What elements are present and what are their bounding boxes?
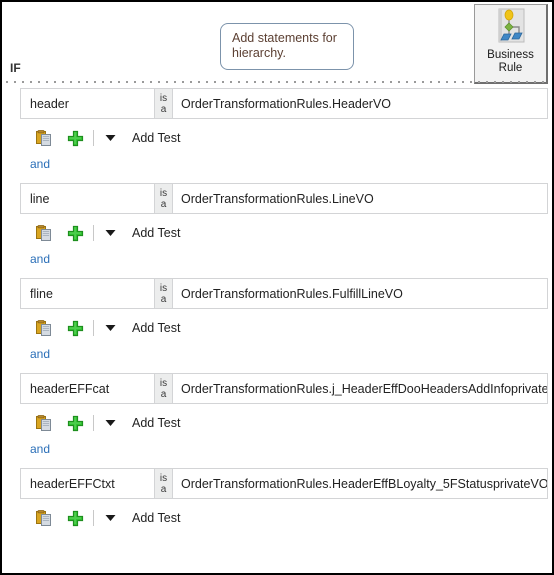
copy-clipboard-icon[interactable] (32, 508, 54, 528)
chevron-down-icon[interactable] (102, 129, 118, 147)
add-plus-icon[interactable] (64, 128, 86, 148)
rule-group-headerEFFCtxt: headerEFFCtxt is a OrderTransformationRu… (2, 468, 552, 537)
rule-action-bar: Add Test (2, 499, 552, 537)
fact-row[interactable]: headerEFFcat is a OrderTransformationRul… (20, 373, 548, 404)
toolbar-divider (93, 510, 94, 526)
rule-group-line: line is a OrderTransformationRules.LineV… (2, 183, 552, 278)
if-label: IF (10, 61, 21, 75)
copy-clipboard-icon[interactable] (32, 413, 54, 433)
rule-group-header: header is a OrderTransformationRules.Hea… (2, 88, 552, 183)
is-a-label: is a (155, 469, 173, 498)
add-test-button[interactable]: Add Test (132, 226, 180, 240)
hierarchy-hint-callout: Add statements for hierarchy. (220, 23, 354, 70)
copy-clipboard-icon[interactable] (32, 128, 54, 148)
if-section-divider (6, 81, 548, 83)
fact-alias-field[interactable]: header (21, 89, 155, 118)
fact-row[interactable]: header is a OrderTransformationRules.Hea… (20, 88, 548, 119)
is-a-label: is a (155, 89, 173, 118)
rule-action-bar: Add Test (2, 214, 552, 252)
business-rule-button[interactable]: Business Rule (474, 4, 548, 84)
add-plus-icon[interactable] (64, 413, 86, 433)
copy-clipboard-icon[interactable] (32, 318, 54, 338)
is-a-line2: a (160, 198, 167, 210)
chevron-down-icon[interactable] (102, 414, 118, 432)
and-connector-row: and (2, 157, 552, 183)
is-a-line1: is (159, 377, 168, 389)
is-a-label: is a (155, 374, 173, 403)
fact-type-field[interactable]: OrderTransformationRules.HeaderEffBLoyal… (173, 469, 547, 498)
add-test-button[interactable]: Add Test (132, 416, 180, 430)
fact-alias-field[interactable]: line (21, 184, 155, 213)
fact-alias-field[interactable]: headerEFFcat (21, 374, 155, 403)
chevron-down-icon[interactable] (102, 224, 118, 242)
editor-header: Add statements for hierarchy. Business R… (2, 2, 552, 88)
fact-type-field[interactable]: OrderTransformationRules.LineVO (173, 184, 547, 213)
fact-type-field[interactable]: OrderTransformationRules.FulfillLineVO (173, 279, 547, 308)
copy-clipboard-icon[interactable] (32, 223, 54, 243)
rule-action-bar: Add Test (2, 404, 552, 442)
business-rule-editor: Add statements for hierarchy. Business R… (0, 0, 554, 575)
toolbar-divider (93, 320, 94, 336)
fact-alias-field[interactable]: headerEFFCtxt (21, 469, 155, 498)
fact-row[interactable]: fline is a OrderTransformationRules.Fulf… (20, 278, 548, 309)
fact-type-field[interactable]: OrderTransformationRules.HeaderVO (173, 89, 547, 118)
fact-row[interactable]: line is a OrderTransformationRules.LineV… (20, 183, 548, 214)
is-a-line2: a (160, 293, 167, 305)
rule-action-bar: Add Test (2, 309, 552, 347)
is-a-line2: a (160, 103, 167, 115)
chevron-down-icon[interactable] (102, 319, 118, 337)
business-rule-label-line1: Business (487, 49, 534, 61)
add-plus-icon[interactable] (64, 223, 86, 243)
is-a-line2: a (160, 483, 167, 495)
toolbar-divider (93, 415, 94, 431)
and-connector-label[interactable]: and (30, 347, 50, 361)
business-rule-hierarchy-icon (490, 8, 532, 48)
fact-alias-field[interactable]: fline (21, 279, 155, 308)
business-rule-label-line2: Rule (498, 62, 523, 74)
fact-row[interactable]: headerEFFCtxt is a OrderTransformationRu… (20, 468, 548, 499)
is-a-line1: is (159, 187, 168, 199)
is-a-line1: is (159, 282, 168, 294)
is-a-line1: is (159, 92, 168, 104)
and-connector-label[interactable]: and (30, 252, 50, 266)
toolbar-divider (93, 225, 94, 241)
and-connector-row: and (2, 252, 552, 278)
is-a-label: is a (155, 279, 173, 308)
and-connector-label[interactable]: and (30, 157, 50, 171)
rule-statement-list: header is a OrderTransformationRules.Hea… (2, 88, 552, 537)
rule-group-headerEFFcat: headerEFFcat is a OrderTransformationRul… (2, 373, 552, 468)
add-test-button[interactable]: Add Test (132, 131, 180, 145)
rule-group-fline: fline is a OrderTransformationRules.Fulf… (2, 278, 552, 373)
add-test-button[interactable]: Add Test (132, 511, 180, 525)
is-a-label: is a (155, 184, 173, 213)
fact-type-field[interactable]: OrderTransformationRules.j_HeaderEffDooH… (173, 374, 547, 403)
and-connector-row: and (2, 347, 552, 373)
toolbar-divider (93, 130, 94, 146)
callout-text: Add statements for hierarchy. (232, 31, 337, 60)
rule-action-bar: Add Test (2, 119, 552, 157)
and-connector-label[interactable]: and (30, 442, 50, 456)
is-a-line2: a (160, 388, 167, 400)
add-test-button[interactable]: Add Test (132, 321, 180, 335)
add-plus-icon[interactable] (64, 508, 86, 528)
chevron-down-icon[interactable] (102, 509, 118, 527)
add-plus-icon[interactable] (64, 318, 86, 338)
is-a-line1: is (159, 472, 168, 484)
and-connector-row: and (2, 442, 552, 468)
